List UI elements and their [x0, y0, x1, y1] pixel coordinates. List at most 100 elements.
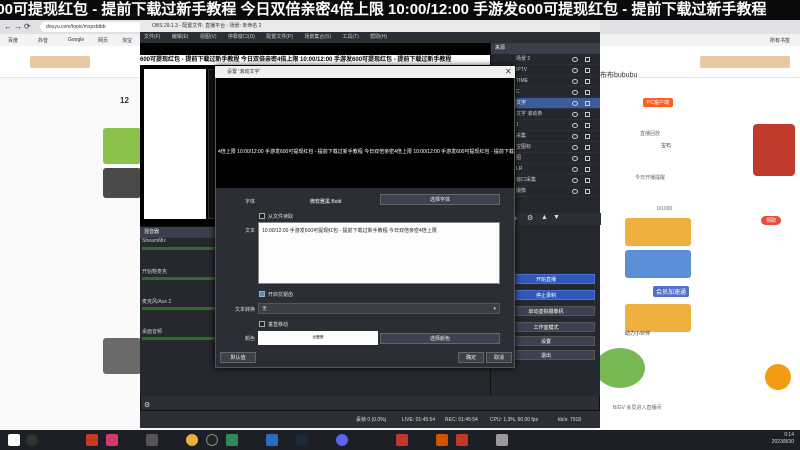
- bookmark-item[interactable]: 网页: [98, 37, 108, 44]
- taskbar-app-icon[interactable]: [266, 434, 278, 446]
- eye-icon[interactable]: [572, 101, 578, 106]
- taskbar-app-icon[interactable]: [396, 434, 408, 446]
- close-icon[interactable]: ✕: [505, 67, 512, 76]
- eye-icon[interactable]: [572, 79, 578, 84]
- taskbar-app-icon[interactable]: [106, 434, 118, 446]
- eye-icon[interactable]: [572, 189, 578, 194]
- transform-select[interactable]: 无 ▾: [258, 303, 500, 314]
- bookmark-item[interactable]: 所有书签: [770, 37, 790, 44]
- menu-edit[interactable]: 编辑(E): [172, 34, 189, 40]
- lock-icon[interactable]: [585, 90, 590, 95]
- taskbar-app-icon[interactable]: [226, 434, 238, 446]
- eye-icon[interactable]: [572, 90, 578, 95]
- lock-icon[interactable]: [585, 101, 590, 106]
- select-color-button[interactable]: 选择颜色: [380, 333, 500, 344]
- steam-icon[interactable]: [296, 434, 308, 446]
- defaults-button[interactable]: 默认值: [220, 352, 256, 363]
- game-thumbnail[interactable]: [103, 338, 141, 374]
- antialias-checkbox[interactable]: [259, 291, 265, 297]
- game-thumbnail[interactable]: [103, 128, 141, 164]
- lock-icon[interactable]: [585, 189, 590, 194]
- text-input[interactable]: 10:00/12:00 手游发600可提现红包 - 提前下载过新手教程 今日双倍…: [258, 222, 500, 284]
- refresh-icon[interactable]: ⟳: [24, 22, 31, 31]
- lock-icon[interactable]: [585, 123, 590, 128]
- source-name: 文字: [516, 100, 527, 106]
- obs-status-bar: 丢帧 0 (0.0%) LIVE: 01:45:54 REC: 01:45:54…: [140, 410, 600, 428]
- clock-date: 2023/8/30: [771, 439, 794, 445]
- source-name: 摄像: [516, 188, 527, 194]
- lock-icon[interactable]: [585, 145, 590, 150]
- game-thumbnail[interactable]: [103, 168, 141, 198]
- eye-icon[interactable]: [572, 167, 578, 172]
- source-item[interactable]: 场景 2: [491, 54, 600, 65]
- antialias-label: 开启抗锯齿: [268, 292, 294, 298]
- back-icon[interactable]: ←: [4, 22, 12, 31]
- gift-tab[interactable]: 宝石: [661, 142, 671, 149]
- system-clock: 0:14 2023/8/30: [772, 432, 794, 446]
- pc-client-badge[interactable]: PC客户端: [643, 98, 673, 107]
- menu-file[interactable]: 文件(F): [144, 34, 160, 40]
- taskbar-app-icon[interactable]: [496, 434, 508, 446]
- lock-icon[interactable]: [585, 79, 590, 84]
- obs-title-bar: OBS 29.1.3 - 配置文件: 直播平台 - 场景: 未命名 2: [140, 20, 600, 32]
- eye-icon[interactable]: [572, 178, 578, 183]
- taskbar-app-icon[interactable]: [456, 434, 468, 446]
- event-widget[interactable]: [753, 124, 795, 176]
- up-icon[interactable]: ▲: [541, 214, 548, 221]
- bookmark-item[interactable]: 百度: [8, 37, 18, 44]
- taskbar-app-icon[interactable]: [146, 434, 158, 446]
- lock-icon[interactable]: [585, 178, 590, 183]
- down-icon[interactable]: ▼: [553, 214, 560, 221]
- promo-card[interactable]: [625, 304, 691, 332]
- cancel-button[interactable]: 取消: [486, 352, 512, 363]
- menu-help[interactable]: 帮助(H): [370, 34, 387, 40]
- ok-button[interactable]: 确定: [458, 352, 484, 363]
- obs-icon[interactable]: [206, 434, 218, 446]
- eye-icon[interactable]: [572, 57, 578, 62]
- font-value: 微软雅黑 Bold: [310, 199, 342, 205]
- lock-icon[interactable]: [585, 167, 590, 172]
- mixer-settings-icon[interactable]: ⚙: [144, 401, 150, 409]
- search-icon[interactable]: [26, 434, 38, 446]
- windows-start-icon[interactable]: [8, 434, 20, 446]
- forward-icon[interactable]: →: [14, 22, 22, 31]
- bookmark-item[interactable]: 抖音: [38, 37, 48, 44]
- eye-icon[interactable]: [572, 68, 578, 73]
- rec-timer: REC: 01:45:54: [445, 417, 478, 423]
- lock-icon[interactable]: [585, 134, 590, 139]
- menu-docks[interactable]: 停靠窗口(D): [228, 34, 255, 40]
- taskbar-app-icon[interactable]: [336, 434, 348, 446]
- promo-card[interactable]: [625, 218, 691, 246]
- lock-icon[interactable]: [585, 156, 590, 161]
- taskbar-app-icon[interactable]: [86, 434, 98, 446]
- follow-count: 12: [120, 96, 129, 105]
- replay-link[interactable]: 直播回放: [640, 130, 660, 137]
- vertical-checkbox[interactable]: [259, 321, 265, 327]
- select-font-button[interactable]: 选择字体: [380, 194, 500, 205]
- menu-view[interactable]: 视图(V): [200, 34, 217, 40]
- settings-icon[interactable]: ⚙: [527, 214, 533, 222]
- bookmark-item[interactable]: Google: [68, 37, 84, 43]
- promo-card[interactable]: [625, 250, 691, 278]
- color-swatch[interactable]: #ffffff: [258, 331, 378, 345]
- eye-icon[interactable]: [572, 123, 578, 128]
- claim-button[interactable]: 领取: [761, 216, 782, 225]
- dropped-frames: 丢帧 0 (0.0%): [356, 417, 387, 423]
- eye-icon[interactable]: [572, 145, 578, 150]
- eye-icon[interactable]: [572, 134, 578, 139]
- preview-text: 4倍上限 10:00/12:00 手游发600可提现红包 - 提前下载过新手教程…: [218, 149, 514, 155]
- menu-scene-collection[interactable]: 场景集合(S): [304, 34, 331, 40]
- from-file-checkbox[interactable]: [259, 213, 265, 219]
- taskbar-app-icon[interactable]: [436, 434, 448, 446]
- lock-icon[interactable]: [585, 57, 590, 62]
- anchor-name[interactable]: 布布bububu: [600, 70, 637, 80]
- lock-icon[interactable]: [585, 68, 590, 73]
- eye-icon[interactable]: [572, 156, 578, 161]
- bookmark-item[interactable]: 淘宝: [122, 37, 132, 44]
- mascot-icon[interactable]: [765, 364, 791, 390]
- chrome-icon[interactable]: [186, 434, 198, 446]
- eye-icon[interactable]: [572, 112, 578, 117]
- menu-profile[interactable]: 配置文件(P): [266, 34, 293, 40]
- menu-tools[interactable]: 工具(T): [342, 34, 358, 40]
- lock-icon[interactable]: [585, 112, 590, 117]
